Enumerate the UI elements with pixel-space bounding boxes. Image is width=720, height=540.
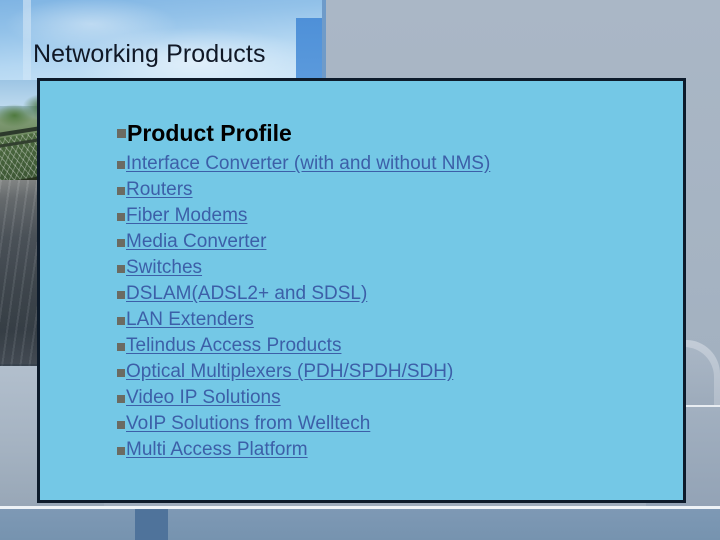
list-item[interactable]: Multi Access Platform xyxy=(117,437,673,463)
list-item[interactable]: Fiber Modems xyxy=(117,203,673,229)
list-item-link[interactable]: Optical Multiplexers (PDH/SPDH/SDH) xyxy=(126,359,453,385)
sky-highlight-band xyxy=(23,0,31,80)
page-title: Networking Products xyxy=(33,40,266,68)
square-bullet-icon xyxy=(117,187,125,195)
bottom-bar xyxy=(0,509,720,540)
list-item-link[interactable]: DSLAM(ADSL2+ and SDSL) xyxy=(126,281,367,307)
list-item-link[interactable]: VoIP Solutions from Welltech xyxy=(126,411,370,437)
square-bullet-icon xyxy=(117,161,125,169)
list-item[interactable]: Routers xyxy=(117,177,673,203)
square-bullet-icon xyxy=(117,265,125,273)
list-item[interactable]: Telindus Access Products xyxy=(117,333,673,359)
list-item-link[interactable]: Routers xyxy=(126,177,193,203)
blue-accent-edge xyxy=(322,0,326,80)
bottom-tab-marker xyxy=(135,509,168,540)
list-item[interactable]: LAN Extenders xyxy=(117,307,673,333)
square-bullet-icon xyxy=(117,291,125,299)
square-bullet-icon xyxy=(117,239,125,247)
heading-label: Product Profile xyxy=(127,120,292,146)
list-item[interactable]: DSLAM(ADSL2+ and SDSL) xyxy=(117,281,673,307)
square-bullet-icon xyxy=(117,213,125,221)
square-bullet-icon xyxy=(117,317,125,325)
list-item[interactable]: Switches xyxy=(117,255,673,281)
square-bullet-icon xyxy=(117,129,126,138)
square-bullet-icon xyxy=(117,395,125,403)
list-item-link[interactable]: Multi Access Platform xyxy=(126,437,308,463)
list-item-link[interactable]: Switches xyxy=(126,255,202,281)
list-item[interactable]: VoIP Solutions from Welltech xyxy=(117,411,673,437)
list-item[interactable]: Optical Multiplexers (PDH/SPDH/SDH) xyxy=(117,359,673,385)
square-bullet-icon xyxy=(117,343,125,351)
square-bullet-icon xyxy=(117,447,125,455)
list-item-link[interactable]: Video IP Solutions xyxy=(126,385,281,411)
list-item-link[interactable]: LAN Extenders xyxy=(126,307,254,333)
list-item-link[interactable]: Fiber Modems xyxy=(126,203,247,229)
slide-canvas: Networking Products Product Profile Inte… xyxy=(0,0,720,540)
blue-accent-block xyxy=(296,18,322,80)
list-item[interactable]: Video IP Solutions xyxy=(117,385,673,411)
list-item[interactable]: Media Converter xyxy=(117,229,673,255)
square-bullet-icon xyxy=(117,369,125,377)
content-panel: Product Profile Interface Converter (wit… xyxy=(37,78,686,503)
bullet-list: Product Profile Interface Converter (wit… xyxy=(117,117,673,463)
list-item[interactable]: Interface Converter (with and without NM… xyxy=(117,151,673,177)
square-bullet-icon xyxy=(117,421,125,429)
list-item-link[interactable]: Media Converter xyxy=(126,229,266,255)
list-item-link[interactable]: Interface Converter (with and without NM… xyxy=(126,151,490,177)
list-item-link[interactable]: Telindus Access Products xyxy=(126,333,341,359)
list-item-heading: Product Profile xyxy=(117,117,673,149)
